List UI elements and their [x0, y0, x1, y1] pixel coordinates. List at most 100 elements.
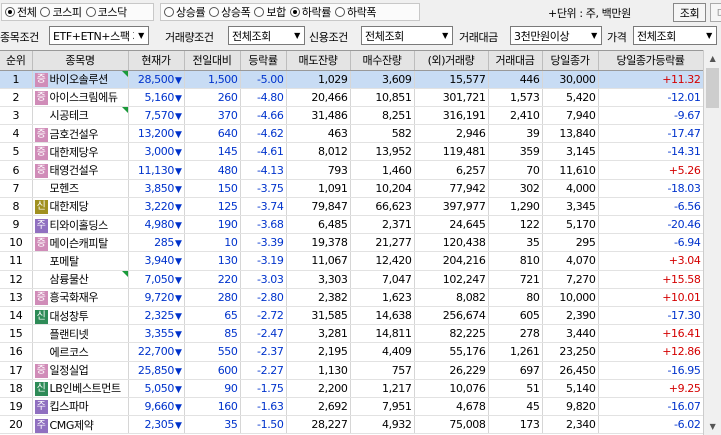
chevron-down-icon[interactable]: ▼ — [134, 27, 148, 44]
stock-name-cell[interactable]: 증 금호건설우 — [32, 124, 129, 144]
column-header[interactable]: 순위 — [0, 51, 33, 71]
stock-name[interactable]: 삼륭물산 — [50, 273, 89, 286]
stock-name[interactable]: 시공테크 — [50, 109, 89, 122]
price-select[interactable]: 전체조회 ▼ — [633, 26, 717, 45]
stock-name[interactable]: 금호건설우 — [50, 128, 99, 141]
vertical-scrollbar[interactable]: ▲ ▼ — [703, 50, 721, 435]
table-row[interactable]: 4 증 금호건설우 13,200▼ 640 -4.62 463 582 2,946 39 13,84… — [0, 124, 703, 144]
stock-name[interactable]: 바이오솔루션 — [50, 73, 109, 86]
market-radio-1[interactable]: 코스피 — [40, 4, 82, 20]
table-row[interactable]: 17 증 일정실업 25,850▼ 600 -2.27 1,130 757 26,229 697 2… — [0, 361, 703, 380]
stock-name[interactable]: 에르코스 — [50, 346, 89, 359]
market-radio-2[interactable]: 코스닥 — [85, 4, 127, 20]
sort-radio-1[interactable]: 상승폭 — [209, 4, 251, 20]
radio-dot-icon[interactable] — [164, 7, 174, 17]
market-radio-0[interactable]: 전체 — [5, 4, 37, 20]
column-header[interactable]: 거래대금 — [488, 51, 543, 71]
radio-dot-icon[interactable] — [289, 7, 300, 17]
sort-radio-4[interactable]: 하락폭 — [334, 4, 377, 20]
table-row[interactable]: 6 증 태영건설우 11,130▼ 480 -4.13 793 1,460 6,257 70 11,… — [0, 160, 703, 180]
stock-name[interactable]: 포메탈 — [50, 255, 80, 268]
table-row[interactable]: 16 에르코스 22,700▼ 550 -2.37 2,195 4,409 55,176 1,2… — [0, 342, 703, 362]
stock-name-cell[interactable]: 삼륭물산 — [32, 270, 129, 289]
chevron-down-icon[interactable]: ▼ — [438, 27, 452, 44]
item-condition-select[interactable]: ETF+ETN+스팩 제외 ▼ — [49, 26, 149, 45]
credit-condition-select[interactable]: 전체조회 ▼ — [361, 26, 453, 45]
column-header[interactable]: (외)거래량 — [414, 51, 489, 71]
stock-name-cell[interactable]: 에르코스 — [32, 342, 129, 362]
volume-condition-select[interactable]: 전체조회 ▼ — [228, 26, 305, 45]
stock-name-cell[interactable]: 신 대한제당 — [32, 197, 129, 217]
stock-name-cell[interactable]: 증 아이스크림에듀 — [32, 88, 129, 107]
table-row[interactable]: 19 주 킵스파마 9,660▼ 160 -1.63 2,692 7,951 4,678 45 9,… — [0, 397, 703, 417]
trade-amount-select[interactable]: 3천만원이상 ▼ — [510, 26, 602, 45]
table-row[interactable]: 20 주 CMG제약 2,305▼ 35 -1.50 28,227 4,932 75,008 17… — [0, 415, 703, 435]
scroll-thumb[interactable] — [706, 68, 719, 108]
radio-dot-icon[interactable] — [254, 7, 265, 17]
chevron-down-icon[interactable]: ▼ — [702, 27, 716, 44]
stock-name-cell[interactable]: 플랜티넷 — [32, 324, 129, 344]
table-row[interactable]: 2 증 아이스크림에듀 5,160▼ 260 -4.80 20,466 10,851 301,7… — [0, 88, 703, 107]
stock-name-cell[interactable]: 신 대성창투 — [32, 306, 129, 326]
column-header[interactable]: 종목명 — [32, 51, 129, 71]
stock-name[interactable]: 플랜티넷 — [50, 328, 89, 341]
stock-name[interactable]: 아이스크림에듀 — [50, 91, 118, 104]
scroll-down-arrow-icon[interactable]: ▼ — [704, 418, 721, 435]
stock-name[interactable]: 일정실업 — [50, 364, 89, 377]
stock-name-cell[interactable]: 신 LB인베스트먼트 — [32, 379, 129, 398]
sort-radio-3[interactable]: 하락률 — [289, 4, 331, 20]
stock-name-cell[interactable]: 증 태영건설우 — [32, 160, 129, 180]
chevron-down-icon[interactable]: ▼ — [587, 27, 601, 44]
stock-name[interactable]: 태영건설우 — [50, 164, 99, 177]
column-header[interactable]: 전일대비 — [184, 51, 241, 71]
stock-name-cell[interactable]: 모헨즈 — [32, 179, 129, 198]
stock-name-cell[interactable]: 증 흥국화재우 — [32, 288, 129, 307]
column-header[interactable]: 당일종가등락률 — [598, 51, 703, 71]
table-row[interactable]: 13 증 흥국화재우 9,720▼ 280 -2.80 2,382 1,623 8,082 80 1… — [0, 288, 703, 307]
stock-name-cell[interactable]: 주 CMG제약 — [32, 415, 129, 435]
stock-name[interactable]: 대한제당우 — [50, 146, 99, 159]
stock-name-cell[interactable]: 증 바이오솔루션 — [32, 70, 129, 89]
stock-name[interactable]: 티와이홀딩스 — [50, 219, 109, 232]
stock-name-cell[interactable]: 증 일정실업 — [32, 361, 129, 380]
next-button[interactable]: 다음 — [710, 3, 721, 22]
chevron-down-icon[interactable]: ▼ — [290, 27, 304, 44]
sort-radio-2[interactable]: 보합 — [254, 4, 286, 20]
table-row[interactable]: 7 모헨즈 3,850▼ 150 -3.75 1,091 10,204 77,942 302 4,… — [0, 179, 703, 198]
radio-dot-icon[interactable] — [40, 7, 51, 17]
column-header[interactable]: 등락률 — [240, 51, 287, 71]
table-row[interactable]: 11 포메탈 3,940▼ 130 -3.19 11,067 12,420 204,216 81… — [0, 251, 703, 271]
table-row[interactable]: 3 시공테크 7,570▼ 370 -4.66 31,486 8,251 316,191 2,4… — [0, 106, 703, 126]
column-header[interactable]: 당일종가 — [542, 51, 599, 71]
table-row[interactable]: 9 주 티와이홀딩스 4,980▼ 190 -3.68 6,485 2,371 24,645 12… — [0, 215, 703, 235]
query-button[interactable]: 조회 — [673, 3, 706, 22]
radio-dot-icon[interactable] — [334, 7, 345, 17]
table-row[interactable]: 18 신 LB인베스트먼트 5,050▼ 90 -1.75 2,200 1,217 10,076… — [0, 379, 703, 398]
stock-name-cell[interactable]: 시공테크 — [32, 106, 129, 126]
stock-name-cell[interactable]: 주 킵스파마 — [32, 397, 129, 417]
stock-name-cell[interactable]: 주 티와이홀딩스 — [32, 215, 129, 235]
stock-name[interactable]: 대한제당 — [50, 200, 89, 213]
radio-dot-icon[interactable] — [85, 7, 96, 17]
column-header[interactable]: 매도잔량 — [286, 51, 351, 71]
radio-dot-icon[interactable] — [5, 7, 15, 17]
table-row[interactable]: 15 플랜티넷 3,355▼ 85 -2.47 3,281 14,811 82,225 278 3… — [0, 324, 703, 344]
stock-name[interactable]: CMG제약 — [50, 419, 94, 432]
column-header[interactable]: 매수잔량 — [350, 51, 415, 71]
table-row[interactable]: 12 삼륭물산 7,050▼ 220 -3.03 3,303 7,047 102,247 721… — [0, 270, 703, 289]
stock-name-cell[interactable]: 증 메이슨캐피탈 — [32, 233, 129, 253]
column-header[interactable]: 현재가 — [128, 51, 185, 71]
sort-radio-0[interactable]: 상승률 — [164, 4, 206, 20]
stock-name[interactable]: LB인베스트먼트 — [50, 382, 122, 395]
stock-name-cell[interactable]: 증 대한제당우 — [32, 142, 129, 162]
table-row[interactable]: 5 증 대한제당우 3,000▼ 145 -4.61 8,012 13,952 119,481 3… — [0, 142, 703, 162]
stock-name[interactable]: 킵스파마 — [50, 400, 89, 413]
stock-name[interactable]: 흥국화재우 — [50, 291, 99, 304]
stock-name[interactable]: 대성창투 — [50, 310, 89, 323]
table-row[interactable]: 8 신 대한제당 3,220▼ 125 -3.74 79,847 66,623 397,977 1… — [0, 197, 703, 217]
table-row[interactable]: 1 증 바이오솔루션 28,500▼ 1,500 -5.00 1,029 3,609 15,57… — [0, 70, 703, 89]
scroll-up-arrow-icon[interactable]: ▲ — [704, 50, 721, 67]
stock-name[interactable]: 메이슨캐피탈 — [50, 237, 109, 250]
stock-name[interactable]: 모헨즈 — [50, 182, 80, 195]
table-row[interactable]: 10 증 메이슨캐피탈 285▼ 10 -3.39 19,378 21,277 120,438 3… — [0, 233, 703, 253]
